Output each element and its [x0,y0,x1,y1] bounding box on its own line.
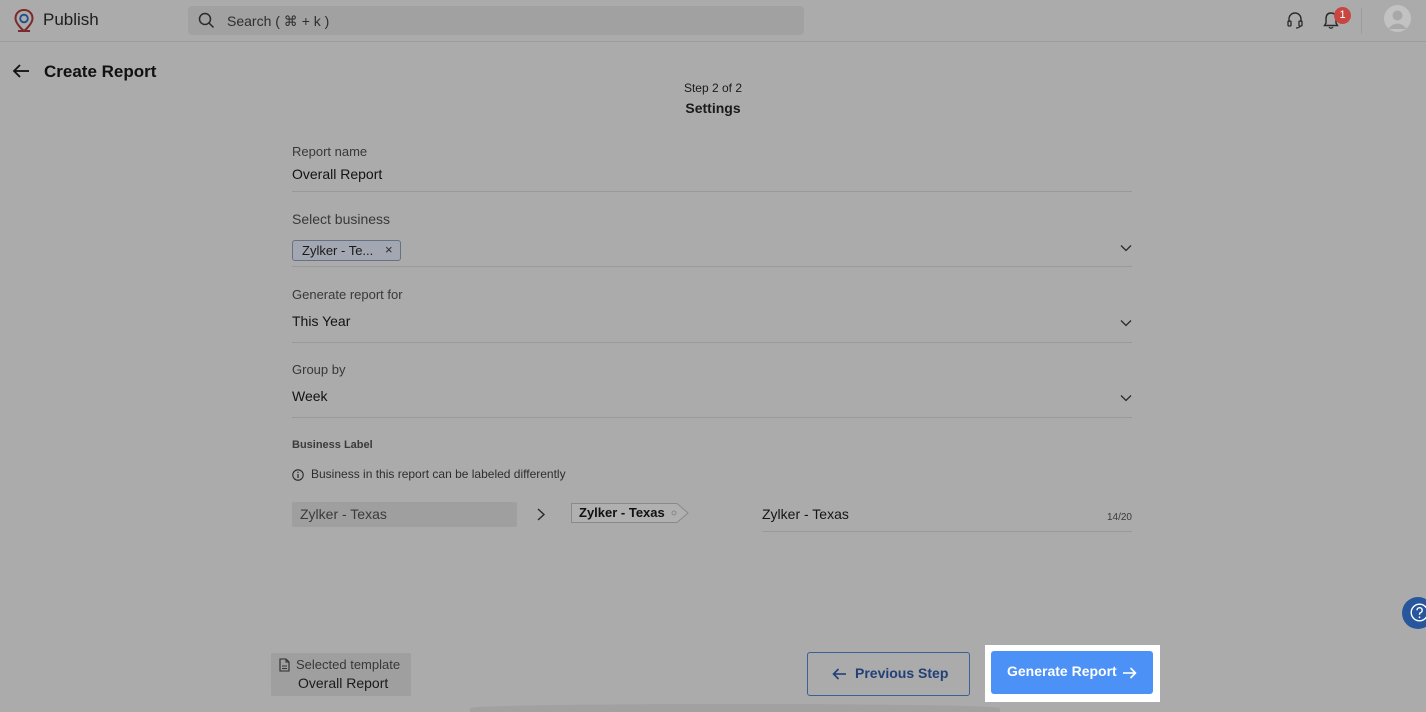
business-label-input-value[interactable]: Zylker - Texas [762,506,849,522]
avatar[interactable] [1384,5,1411,32]
top-bar: Publish Search ( ⌘ + k ) 1 [0,0,1426,42]
group-by-select[interactable]: Week [292,388,328,404]
business-source-name: Zylker - Texas [292,502,517,527]
chevron-right-icon [537,508,546,521]
previous-step-button[interactable]: Previous Step [807,652,970,696]
notification-badge: 1 [1334,7,1351,24]
select-business-field[interactable]: Select business Zylker - Te... × [292,205,1132,267]
character-count: 14/20 [1106,512,1132,523]
business-label-tag-text: Zylker - Texas [579,505,665,520]
arrow-right-icon [1123,667,1137,679]
period-field[interactable]: Generate report for This Year [292,282,1132,343]
help-button[interactable] [1402,597,1426,629]
generate-report-label: Generate Report [1007,663,1117,679]
select-business-label: Select business [292,211,391,227]
chevron-down-icon[interactable] [1120,394,1132,402]
arrow-left-icon [832,668,846,680]
step-indicator: Step 2 of 2 [683,81,743,95]
page-title: Create Report [44,62,157,81]
search-icon [198,12,215,29]
template-label: Selected template [296,657,401,672]
document-icon [279,658,290,672]
search-bar[interactable]: Search ( ⌘ + k ) [188,6,804,35]
report-name-field[interactable]: Report name Overall Report [292,140,1132,192]
search-input[interactable]: Search ( ⌘ + k ) [227,13,329,30]
chevron-down-icon[interactable] [1120,319,1132,327]
business-chip-label: Zylker - Te... [302,243,374,258]
chevron-down-icon[interactable] [1120,244,1132,252]
step-title: Settings [685,100,741,116]
business-label-preview: Zylker - Texas [571,503,689,523]
app-name: Publish [43,10,99,29]
back-arrow-icon[interactable] [11,62,31,80]
report-name-input[interactable]: Overall Report [292,166,382,182]
info-icon [292,469,304,481]
logo-icon[interactable] [14,9,34,33]
chip-remove-icon[interactable]: × [385,242,393,257]
selected-template: Selected template Overall Report [271,653,411,696]
business-label-input[interactable]: Zylker - Texas 14/20 [762,502,1132,532]
business-chip[interactable]: Zylker - Te... × [292,240,401,261]
group-by-label: Group by [292,362,346,377]
user-icon [1388,10,1407,29]
help-icon [1410,603,1426,622]
divider [1361,8,1362,34]
previous-step-label: Previous Step [855,665,949,681]
business-label-info: Business in this report can be labeled d… [311,467,566,481]
generate-report-button[interactable]: Generate Report [991,651,1153,694]
headset-icon[interactable] [1286,11,1304,29]
period-label: Generate report for [292,287,403,302]
report-name-label: Report name [292,144,368,159]
group-by-field[interactable]: Group by Week [292,357,1132,418]
period-select[interactable]: This Year [292,313,350,329]
template-name: Overall Report [298,675,389,691]
business-source-text: Zylker - Texas [300,506,387,522]
modal-shadow [470,704,1000,712]
business-label-heading: Business Label [292,439,373,451]
